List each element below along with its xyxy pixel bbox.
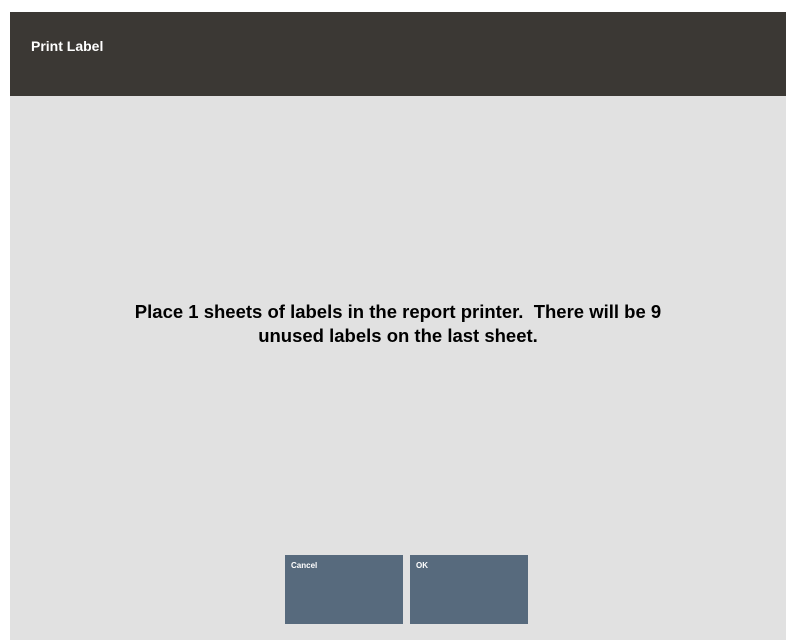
print-label-dialog: Print Label Place 1 sheets of labels in … xyxy=(10,12,786,640)
ok-button[interactable]: OK xyxy=(410,555,528,624)
cancel-button[interactable]: Cancel xyxy=(285,555,403,624)
prompt-message: Place 1 sheets of labels in the report p… xyxy=(10,300,786,348)
ok-button-label: OK xyxy=(416,561,428,570)
title-bar: Print Label xyxy=(10,12,786,96)
prompt-message-line-1: Place 1 sheets of labels in the report p… xyxy=(134,301,662,322)
prompt-message-line-2: unused labels on the last sheet. xyxy=(258,325,538,346)
dialog-title: Print Label xyxy=(31,38,104,54)
cancel-button-label: Cancel xyxy=(291,561,318,570)
